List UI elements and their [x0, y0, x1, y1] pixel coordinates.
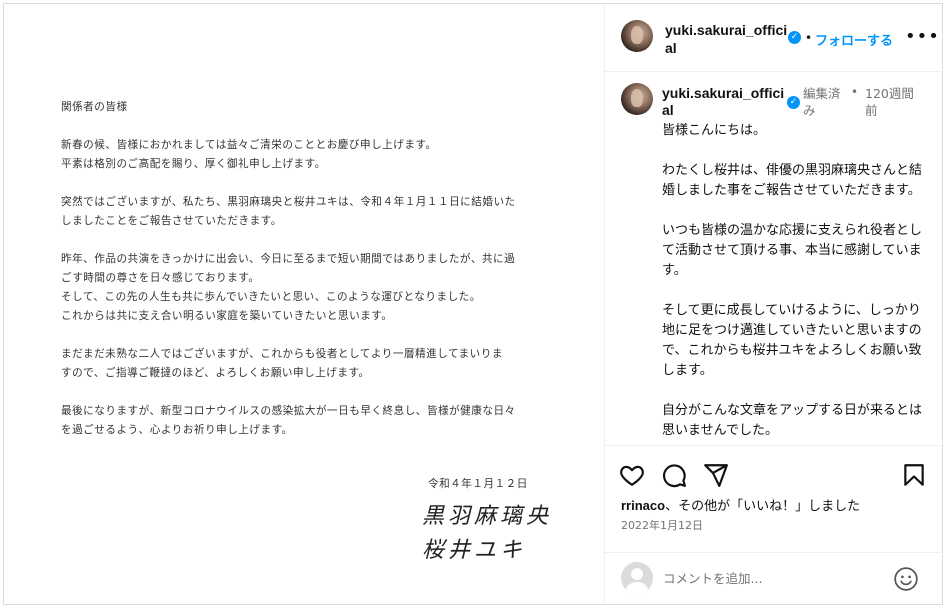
letter-line: 昨年、作品の共演をきっかけに出会い、今日に至るまで短い期間ではありましたが、共に…	[61, 253, 516, 265]
caption-gap	[662, 381, 932, 401]
caption-scroll-area[interactable]: yuki.sakurai_official ✓ 編集済み • 120週間前 皆様…	[605, 73, 944, 445]
caption-text: 皆様こんにちは。わたくし桜井は、俳優の黒羽麻璃央さんと結婚しました事をご報告させ…	[662, 121, 932, 445]
letter-line: しましたことをご報告させていただきます。	[61, 215, 282, 227]
post-side-panel: yuki.sakurai_official ✓ • フォローする ••• yuk…	[605, 4, 944, 604]
verified-badge-icon: ✓	[788, 31, 801, 44]
letter-blank-line	[61, 326, 541, 345]
letter-blank-line	[61, 383, 541, 402]
more-options-icon[interactable]: •••	[905, 26, 940, 47]
letter-line: 最後になりますが、新型コロナウイルスの感染拡大が一日も早く終息し、皆様が健康な日…	[61, 405, 516, 417]
instagram-post: 関係者の皆様新春の候、皆様におかれましては益々ご清栄のこととお慶び申し上げます。…	[3, 3, 944, 605]
caption-gap	[662, 141, 932, 161]
letter-text: 関係者の皆様新春の候、皆様におかれましては益々ご清栄のこととお慶び申し上げます。…	[61, 98, 541, 440]
post-image-letter: 関係者の皆様新春の候、皆様におかれましては益々ご清栄のこととお慶び申し上げます。…	[4, 4, 605, 604]
caption-paragraph: いつも皆様の温かな応援に支えられ役者として活動させて頂ける事、本当に感謝していま…	[662, 223, 923, 278]
letter-date: 令和４年１月１２日	[428, 478, 528, 490]
letter-line: すので、ご指導ご鞭撻のほど、よろしくお願い申し上げます。	[61, 367, 370, 379]
liker-username[interactable]: rrinaco	[621, 498, 665, 513]
author-avatar[interactable]	[621, 20, 653, 52]
heart-icon[interactable]	[619, 462, 647, 490]
emoji-icon[interactable]	[893, 566, 919, 592]
caption-paragraph: 自分がこんな文章をアップする日が来るとは思いませんでした。	[662, 403, 923, 438]
letter-blank-line	[61, 174, 541, 193]
letter-line: を過ごせるよう、心よりお祈り申し上げます。	[61, 424, 293, 436]
post-actions: rrinaco、その他が「いいね！」しました 2022年1月12日	[605, 445, 944, 560]
separator-dot: •	[851, 85, 859, 99]
letter-blank-line	[61, 231, 541, 250]
likes-text: 、その他が「いいね！」しました	[665, 498, 861, 513]
caption-gap	[662, 281, 932, 301]
verified-badge-icon: ✓	[787, 96, 800, 109]
share-icon[interactable]	[703, 462, 731, 490]
post-age[interactable]: 120週間前	[865, 85, 925, 119]
letter-line: 関係者の皆様	[61, 101, 128, 113]
caption-paragraph: そして更に成長していけるように、しっかり地に足をつけ邁進していきたいと思いますの…	[662, 303, 922, 378]
signature-sakurai: 桜井ユキ	[422, 538, 527, 563]
post-header: yuki.sakurai_official ✓ • フォローする •••	[605, 4, 944, 72]
viewer-avatar	[621, 562, 653, 594]
letter-line: まだまだ未熟な二人ではございますが、これからも役者としてより一層精進してまいりま	[61, 348, 503, 360]
letter-line: 新春の候、皆様におかれましては益々ご清栄のこととお慶び申し上げます。	[61, 139, 437, 151]
letter-line: これからは共に支え合い明るい家庭を築いていきたいと思います。	[61, 310, 393, 322]
comment-icon[interactable]	[661, 462, 689, 490]
letter-line: 平素は格別のご高配を賜り、厚く御礼申し上げます。	[61, 158, 326, 170]
follow-button[interactable]: フォローする	[815, 30, 893, 49]
caption-author-avatar[interactable]	[621, 83, 653, 115]
letter-line: 突然ではございますが、私たち、黒羽麻璃央と桜井ユキは、令和４年１月１１日に結婚い…	[61, 196, 516, 208]
letter-blank-line	[61, 117, 541, 136]
comment-bar	[605, 552, 944, 604]
caption-paragraph: 皆様こんにちは。	[662, 123, 767, 138]
post-date[interactable]: 2022年1月12日	[621, 517, 703, 533]
separator-dot: •	[805, 31, 813, 45]
caption-gap	[662, 201, 932, 221]
comment-input[interactable]	[663, 567, 873, 589]
letter-line: ごす時間の尊さを日々感じております。	[61, 272, 260, 284]
bookmark-icon[interactable]	[901, 462, 929, 490]
likes-summary[interactable]: rrinaco、その他が「いいね！」しました	[621, 495, 860, 514]
signature-kurobane: 黒羽麻璃央	[422, 504, 553, 529]
caption-paragraph: わたくし桜井は、俳優の黒羽麻璃央さんと結婚しました事をご報告させていただきます。	[662, 163, 923, 198]
caption-username[interactable]: yuki.sakurai_official	[662, 85, 790, 119]
letter-line: そして、この先の人生も共に歩んでいきたいと思い、このような運びとなりました。	[61, 291, 481, 303]
author-username[interactable]: yuki.sakurai_official	[665, 21, 790, 57]
edited-label: 編集済み	[803, 86, 841, 118]
